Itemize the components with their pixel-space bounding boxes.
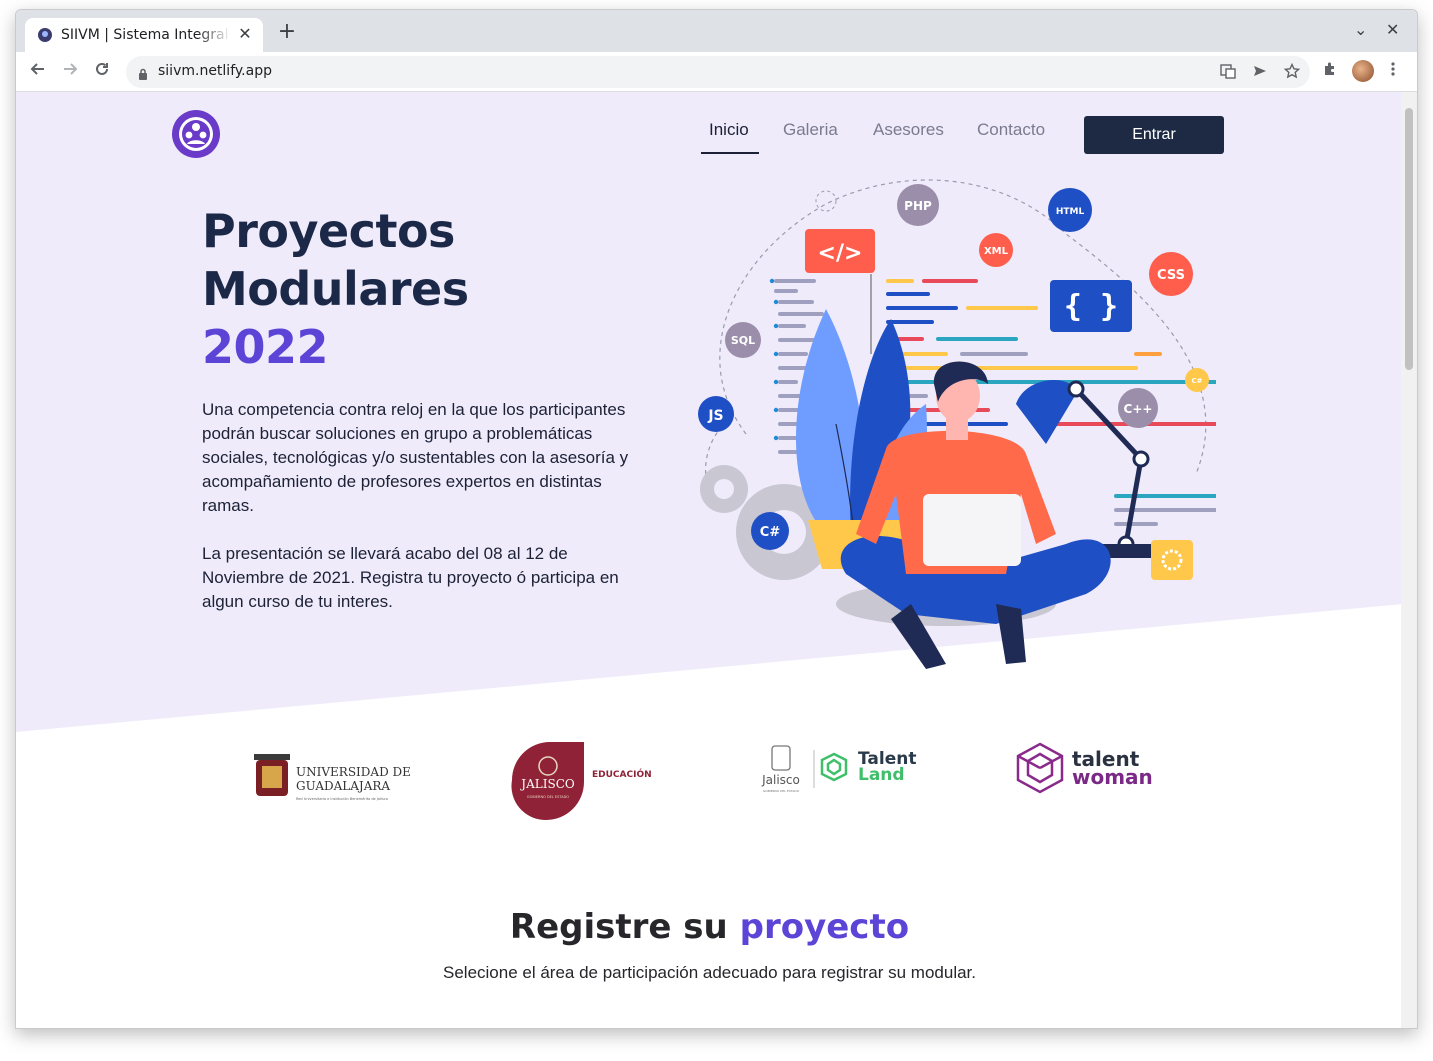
site-favicon-icon	[38, 28, 52, 42]
nav-contacto[interactable]: Contacto	[977, 120, 1045, 140]
url-text[interactable]: siivm.netlify.app	[158, 63, 272, 79]
sql-badge: SQL	[725, 322, 761, 358]
jalisco-seal-text: JALISCO	[519, 777, 575, 791]
jalisco-seal-sub: GOBIERNO DEL ESTADO	[527, 795, 569, 799]
svg-text:CSS: CSS	[1157, 268, 1185, 283]
html-badge: HTML	[1048, 188, 1092, 232]
svg-text:{ }: { }	[1064, 289, 1118, 324]
talent-land-hex-icon	[820, 752, 848, 782]
hero-title-line2: Modulares	[202, 262, 469, 316]
partner-talent-woman[interactable]: talent woman	[1010, 740, 1180, 820]
svg-text:XML: XML	[984, 246, 1009, 257]
hero-title-year: 2022	[202, 320, 329, 374]
csharp-small-badge: C#	[1185, 368, 1209, 392]
partner-udg[interactable]: UNIVERSIDAD DE GUADALAJARA Red Universit…	[252, 740, 412, 820]
forward-arrow-icon[interactable]	[58, 60, 82, 84]
svg-text:JS: JS	[707, 408, 723, 424]
new-tab-button[interactable]: +	[276, 21, 298, 44]
cpp-badge: C++	[1118, 388, 1158, 428]
page-viewport: Inicio Galeria Asesores Contacto Entrar …	[16, 92, 1403, 1028]
svg-text:C#: C#	[1191, 377, 1202, 385]
partner-logos: UNIVERSIDAD DE GUADALAJARA Red Universit…	[16, 740, 1403, 830]
svg-text:</>: </>	[818, 241, 863, 266]
browser-window: SIIVM | Sistema Integral de ✕ + ⌄ ✕ siiv…	[15, 9, 1418, 1029]
tab-search-chevron-icon[interactable]: ⌄	[1354, 20, 1367, 39]
partner-talent-land[interactable]: Jalisco GOBIERNO DEL ESTADO Talent Land	[754, 740, 924, 820]
svg-text:PHP: PHP	[904, 199, 932, 213]
xml-badge: XML	[979, 233, 1013, 267]
register-title: Registre su proyecto	[16, 907, 1403, 947]
nav-inicio[interactable]: Inicio	[709, 120, 749, 140]
udg-line2: GUADALAJARA	[296, 779, 390, 793]
css-badge: CSS	[1149, 252, 1193, 296]
js-badge: JS	[698, 396, 734, 432]
menu-kebab-icon[interactable]	[1390, 61, 1396, 81]
udg-crest-icon	[254, 754, 290, 796]
udg-line1: UNIVERSIDAD DE	[296, 765, 411, 779]
nav-asesores[interactable]: Asesores	[873, 120, 944, 140]
send-icon[interactable]	[1252, 63, 1268, 83]
jalisco-crest-icon	[771, 745, 791, 771]
nav-galeria[interactable]: Galeria	[783, 120, 838, 140]
talentland-jalisco: Jalisco	[761, 773, 800, 787]
educacion-label: EDUCACIÓN	[592, 768, 652, 780]
svg-text:SQL: SQL	[731, 334, 755, 347]
talent-land-line2: Land	[858, 765, 905, 785]
extensions-puzzle-icon[interactable]	[1322, 61, 1338, 81]
page-scrollbar[interactable]	[1401, 92, 1417, 1028]
hero-description: Una competencia contra reloj en la que l…	[202, 400, 629, 515]
hero-title: Proyectos Modulares 2022	[202, 202, 469, 376]
lock-icon	[138, 65, 148, 80]
hero-title-line1: Proyectos	[202, 204, 455, 258]
scrollbar-thumb[interactable]	[1405, 108, 1413, 370]
window-close-icon[interactable]: ✕	[1386, 20, 1399, 39]
php-badge: PHP	[897, 184, 939, 226]
talent-woman-line2: woman	[1072, 765, 1153, 789]
svg-text:HTML: HTML	[1056, 207, 1085, 217]
bookmark-star-icon[interactable]	[1283, 62, 1301, 83]
svg-text:C#: C#	[760, 525, 781, 540]
partner-jalisco-educacion[interactable]: JALISCO GOBIERNO DEL ESTADO EDUCACIÓN	[506, 740, 666, 821]
hero-dates: La presentación se llevará acabo del 08 …	[202, 544, 619, 611]
talentland-jalisco-sub: GOBIERNO DEL ESTADO	[763, 789, 800, 793]
udg-line3: Red Universitaria e Institución Beneméri…	[296, 797, 388, 801]
register-title-accent: proyecto	[739, 907, 910, 947]
desktop: SIIVM | Sistema Integral de ✕ + ⌄ ✕ siiv…	[0, 0, 1433, 1061]
profile-avatar[interactable]	[1352, 60, 1374, 82]
register-subtitle: Selecione el área de participación adecu…	[443, 963, 976, 982]
nav-active-indicator	[701, 152, 759, 154]
register-title-prefix: Registre su	[509, 907, 728, 947]
svg-text:C++: C++	[1124, 402, 1153, 416]
braces-icon: { }	[1050, 280, 1132, 332]
browser-toolbar: siivm.netlify.app	[16, 52, 1417, 92]
address-bar[interactable]: siivm.netlify.app	[126, 56, 1310, 88]
translate-icon[interactable]	[1220, 63, 1236, 83]
settings-gear-icon	[1151, 540, 1193, 580]
entrar-button[interactable]: Entrar	[1084, 116, 1224, 154]
tab-strip: SIIVM | Sistema Integral de ✕ + ⌄ ✕	[16, 10, 1417, 52]
reload-icon[interactable]	[90, 60, 114, 84]
developer-illustration: </> { } PHP HTML XML CSS SQL JS C++ C# C…	[698, 179, 1216, 669]
browser-tab[interactable]: SIIVM | Sistema Integral de ✕	[25, 18, 263, 52]
tab-title: SIIVM | Sistema Integral de	[61, 27, 231, 43]
close-tab-icon[interactable]: ✕	[235, 24, 255, 44]
site-logo[interactable]	[172, 110, 220, 158]
csharp-badge: C#	[751, 512, 789, 550]
code-bullets	[769, 278, 779, 441]
back-arrow-icon[interactable]	[26, 60, 50, 84]
talent-woman-hex-icon	[1016, 742, 1064, 794]
